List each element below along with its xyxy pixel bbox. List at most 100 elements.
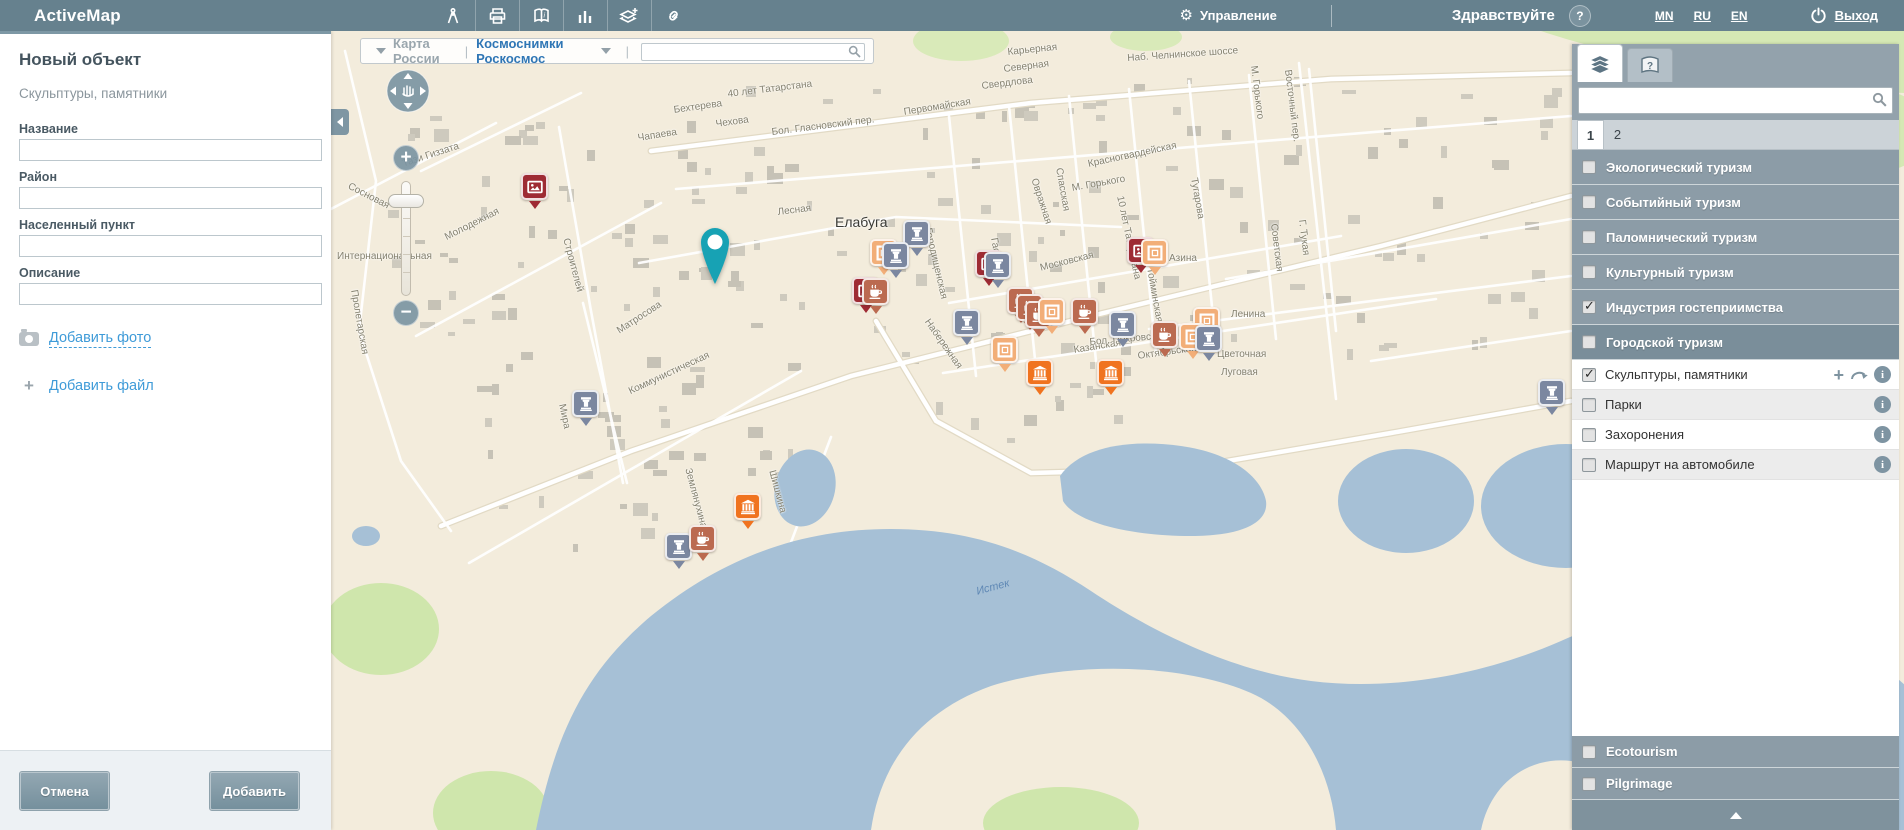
gear-icon: ⚙ (1180, 8, 1193, 23)
settlement-field[interactable] (19, 235, 322, 257)
layer-row[interactable]: Скульптуры, памятники+i (1572, 360, 1899, 390)
new-object-pin[interactable] (700, 226, 730, 286)
measure-icon[interactable] (431, 0, 475, 31)
monument-marker[interactable] (882, 242, 912, 282)
layers-panel: ? 1 2 Экологический туризм Событийный тур… (1572, 44, 1899, 830)
checkbox[interactable] (1582, 195, 1596, 209)
basemap-option-russia[interactable]: Карта России (393, 36, 457, 66)
zoom-in-button[interactable]: + (393, 145, 419, 171)
add-object-icon[interactable]: + (1833, 366, 1844, 384)
checkbox[interactable] (1582, 428, 1596, 442)
checkbox[interactable] (1582, 458, 1596, 472)
info-icon[interactable]: i (1874, 366, 1891, 383)
layer-group-label: Экологический туризм (1606, 160, 1752, 175)
layer-group-row[interactable]: Культурный туризм (1572, 255, 1899, 290)
add-file-button[interactable]: + Добавить файл (19, 376, 154, 396)
monument-marker[interactable] (953, 309, 983, 349)
monument-marker[interactable] (984, 252, 1014, 292)
tab-legend-help[interactable]: ? (1627, 48, 1673, 82)
submit-button[interactable]: Добавить (210, 772, 299, 810)
greeting-text: Здравствуйте (1452, 7, 1555, 24)
layer-group-row[interactable]: Городской туризм (1572, 325, 1899, 360)
layer-group-row[interactable]: Индустрия гостеприимства (1572, 290, 1899, 325)
map-search-input[interactable] (641, 43, 865, 61)
checkbox[interactable] (1582, 777, 1596, 791)
checkbox[interactable] (1582, 398, 1596, 412)
frame-marker[interactable] (1141, 239, 1171, 279)
checkbox[interactable] (1582, 745, 1596, 759)
monument-marker[interactable] (572, 390, 602, 430)
zoom-out-button[interactable]: − (393, 300, 419, 326)
checkbox[interactable] (1582, 265, 1596, 279)
art-marker[interactable] (521, 173, 551, 213)
zoom-slider-handle[interactable] (388, 194, 424, 208)
info-icon[interactable]: i (1874, 426, 1891, 443)
link-icon[interactable] (651, 0, 695, 31)
checkbox[interactable] (1582, 368, 1596, 382)
tab-layers[interactable] (1577, 44, 1623, 82)
layer-group-row[interactable]: Экологический туризм (1572, 150, 1899, 185)
chevron-down-icon[interactable] (376, 48, 386, 54)
coffee-marker[interactable] (862, 278, 892, 318)
basemap-option-satellite[interactable]: Космоснимки Роскосмос (476, 36, 593, 66)
checkbox[interactable] (1582, 230, 1596, 244)
page-tab-2[interactable]: 2 (1604, 120, 1631, 149)
layer-group-label: Паломнический туризм (1606, 230, 1757, 245)
page-tab-1[interactable]: 1 (1577, 120, 1604, 149)
monument-marker[interactable] (1538, 379, 1568, 419)
add-file-label: Добавить файл (49, 378, 154, 394)
layers-panel-tabs: ? (1572, 44, 1899, 82)
checkbox[interactable] (1582, 300, 1596, 314)
cancel-button[interactable]: Отмена (20, 772, 109, 810)
description-field[interactable] (19, 283, 322, 305)
draw-route-icon[interactable] (1850, 368, 1868, 381)
checkbox[interactable] (1582, 335, 1596, 349)
frame-marker[interactable] (1038, 298, 1068, 338)
guide-icon[interactable]: i (519, 0, 563, 31)
lang-mn[interactable]: MN (1655, 9, 1674, 23)
layer-group-row[interactable]: Паломнический туризм (1572, 220, 1899, 255)
lang-en[interactable]: EN (1731, 9, 1748, 23)
print-icon[interactable] (475, 0, 519, 31)
frame-marker[interactable] (991, 336, 1021, 376)
power-icon (1810, 7, 1827, 24)
checkbox[interactable] (1582, 160, 1596, 174)
coffee-marker[interactable] (1071, 298, 1101, 338)
pan-control[interactable] (386, 69, 430, 113)
map-search (641, 42, 865, 61)
layer-group-row[interactable]: Pilgrimage (1572, 768, 1899, 800)
name-field[interactable] (19, 139, 322, 161)
stats-icon[interactable] (563, 0, 607, 31)
coffee-marker[interactable] (689, 525, 719, 565)
layer-row[interactable]: Захоронения i (1572, 420, 1899, 450)
add-layer-icon[interactable] (607, 0, 651, 31)
monument-marker[interactable] (1195, 325, 1225, 365)
coffee-marker[interactable] (1151, 321, 1181, 361)
management-menu[interactable]: ⚙ Управление (1180, 8, 1277, 23)
layer-group-row[interactable]: Ecotourism (1572, 736, 1899, 768)
layer-group-label: Индустрия гостеприимства (1606, 300, 1783, 315)
district-field[interactable] (19, 187, 322, 209)
layers-search-input[interactable] (1578, 87, 1893, 114)
layer-group-row[interactable]: Событийный туризм (1572, 185, 1899, 220)
layer-row[interactable]: Паркиi (1572, 390, 1899, 420)
logout-button[interactable]: Выход (1810, 7, 1878, 24)
info-icon[interactable]: i (1874, 396, 1891, 413)
add-photo-button[interactable]: Добавить фото (19, 330, 151, 348)
plus-icon: + (19, 376, 39, 396)
help-button[interactable]: ? (1569, 5, 1591, 27)
monument-marker[interactable] (1109, 311, 1139, 351)
chevron-down-icon[interactable] (601, 48, 611, 54)
museum-marker[interactable] (1026, 359, 1056, 399)
museum-marker[interactable] (734, 493, 764, 533)
layer-row[interactable]: Маршрут на автомобилеi (1572, 450, 1899, 480)
lang-ru[interactable]: RU (1694, 9, 1711, 23)
museum-marker[interactable] (1097, 359, 1127, 399)
collapse-panel-button[interactable] (1572, 800, 1899, 830)
search-icon (848, 45, 861, 58)
layer-group-label: Событийный туризм (1606, 195, 1741, 210)
info-icon[interactable]: i (1874, 456, 1891, 473)
map-toolbar: i (431, 0, 695, 31)
collapse-left-panel-button[interactable] (331, 109, 349, 135)
layer-label: Захоронения (1605, 427, 1865, 442)
